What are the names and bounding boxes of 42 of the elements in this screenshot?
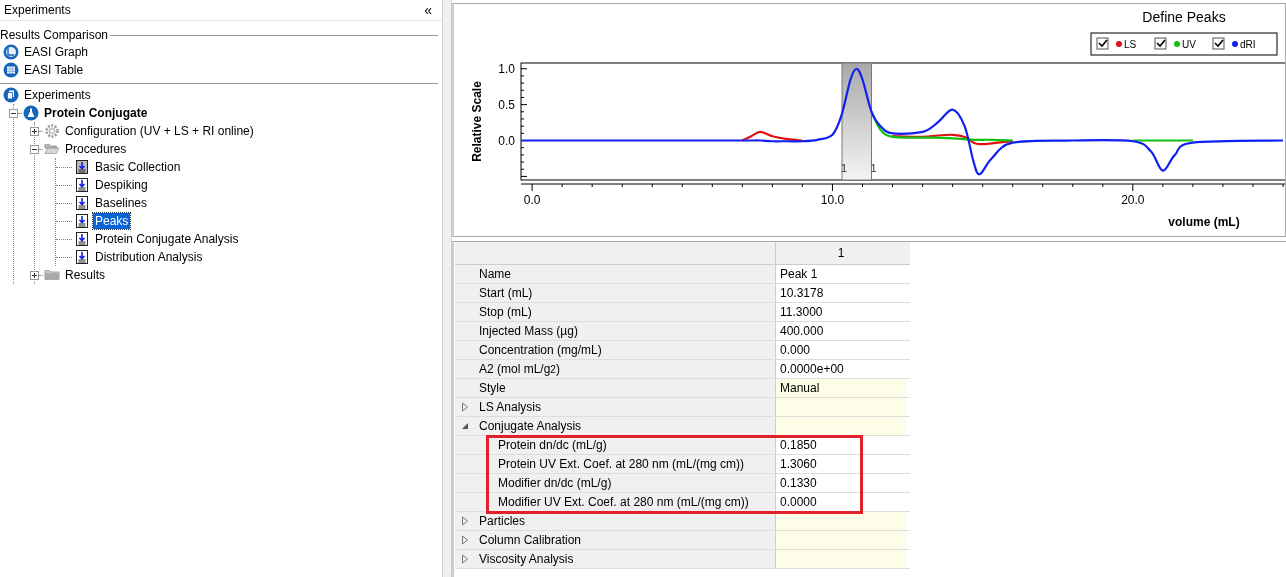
y-axis-title: Relative Scale — [470, 81, 484, 162]
x-tick-label: 0.0 — [523, 193, 541, 207]
x-axis-title: volume (mL) — [1168, 215, 1240, 229]
property-label: Stop (mL) — [455, 303, 776, 321]
legend-label: dRI — [1240, 39, 1256, 50]
tree-item[interactable]: Configuration (UV + LS + RI online) — [63, 123, 256, 139]
property-label: Injected Mass (µg) — [455, 322, 776, 340]
property-label: Start (mL) — [455, 284, 776, 302]
category-label[interactable]: LS Analysis — [479, 400, 542, 414]
tree-item[interactable]: Results — [63, 267, 107, 283]
property-label: Modifier UV Ext. Coef. at 280 nm (mL/(mg cm)) — [455, 493, 776, 511]
peak-marker: 1 — [840, 162, 848, 174]
property-label: Concentration (mg/mL) — [455, 341, 776, 359]
tree-item[interactable]: Protein Conjugate — [42, 105, 150, 121]
property-label: Name — [455, 265, 776, 283]
tree-item[interactable]: Despiking — [93, 177, 150, 193]
tree-item[interactable]: Baselines — [93, 195, 150, 211]
collapse-panel-button[interactable]: « — [418, 2, 438, 18]
peak-marker: 1 — [870, 162, 877, 174]
tree-item[interactable]: Procedures — [63, 141, 129, 157]
y-tick-label: 0.5 — [498, 97, 515, 112]
x-tick-label: 20.0 — [1121, 193, 1145, 207]
property-label: Style — [455, 379, 776, 397]
tree-item[interactable]: EASI Table — [22, 62, 86, 78]
tree-item[interactable]: Basic Collection — [93, 159, 183, 175]
property-value[interactable]: Manual — [776, 379, 906, 397]
category-label[interactable]: Particles — [479, 514, 525, 528]
section-title: Results Comparison — [0, 28, 109, 42]
y-tick-label: 0.0 — [498, 133, 515, 148]
legend-label: UV — [1182, 39, 1196, 50]
tree-item[interactable]: Protein Conjugate Analysis — [93, 231, 241, 247]
property-label: Modifier dn/dc (mL/g) — [455, 474, 776, 492]
x-tick-label: 10.0 — [820, 193, 845, 207]
chart-title: Define Peaks — [1142, 9, 1226, 25]
panel-title: Experiments — [4, 3, 71, 17]
tree-item[interactable]: Experiments — [22, 87, 93, 103]
tree-item[interactable]: Distribution Analysis — [93, 249, 205, 265]
y-tick-label: 1.0 — [498, 61, 515, 76]
tree-item[interactable]: EASI Graph — [22, 44, 91, 60]
tree-item[interactable]: Peaks — [93, 213, 131, 229]
property-label: Protein UV Ext. Coef. at 280 nm (mL/(mg cm)) — [455, 455, 776, 473]
legend-label: LS — [1124, 39, 1137, 50]
